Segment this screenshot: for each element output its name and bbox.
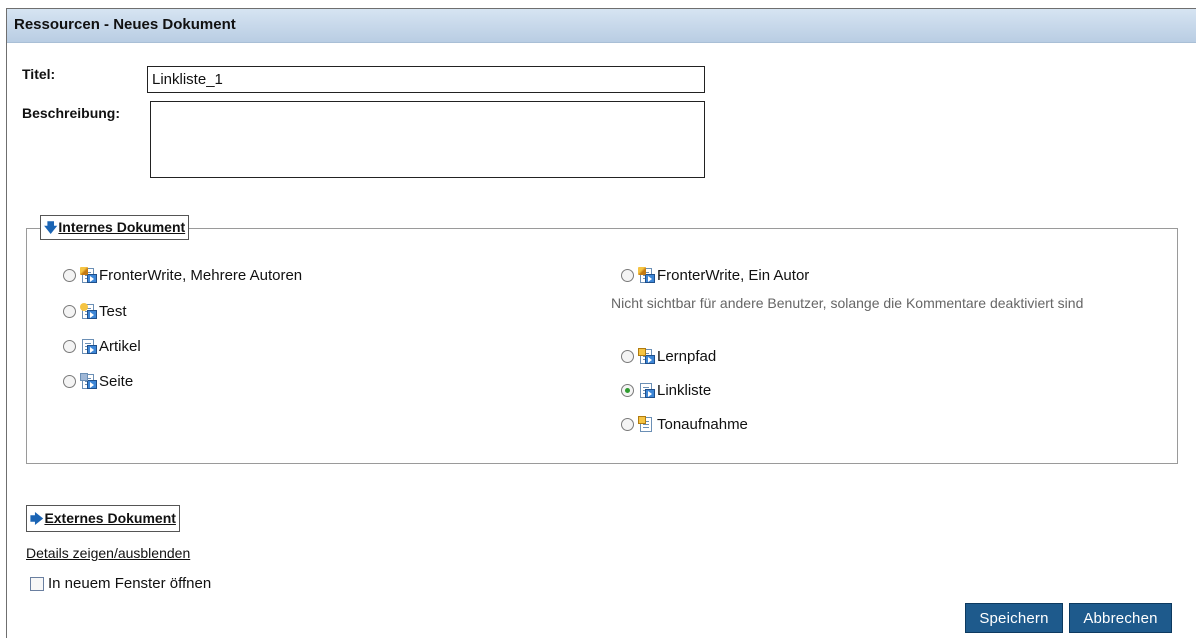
audio-recording-icon	[638, 416, 655, 433]
arrow-down-icon: 🡇	[44, 220, 58, 235]
radio-fronterwrite-multi[interactable]	[63, 269, 76, 282]
new-window-label: In neuem Fenster öffnen	[48, 575, 212, 592]
internal-document-toggle[interactable]: 🡇Internes Dokument	[40, 215, 190, 240]
option-label: Seite	[99, 373, 134, 390]
description-field[interactable]	[150, 101, 705, 178]
option-fronterwrite-multi[interactable]: FronterWrite, Mehrere Autoren	[63, 267, 302, 284]
learning-path-icon	[638, 348, 655, 365]
option-label: Linkliste	[657, 382, 712, 399]
radio-fronterwrite-single[interactable]	[621, 269, 634, 282]
visibility-note: Nicht sichtbar für andere Benutzer, sola…	[611, 295, 1084, 311]
article-icon	[80, 338, 97, 355]
radio-seite[interactable]	[63, 375, 76, 388]
option-label: FronterWrite, Mehrere Autoren	[99, 267, 303, 284]
description-textarea[interactable]	[151, 102, 704, 177]
dialog-title: Ressourcen - Neues Dokument	[14, 16, 236, 33]
description-label: Beschreibung:	[22, 105, 121, 121]
option-test[interactable]: Test	[63, 303, 127, 320]
page-icon	[80, 373, 97, 390]
option-label: Test	[99, 303, 127, 320]
details-toggle-link[interactable]: Details zeigen/ausblenden	[26, 545, 190, 561]
new-window-option[interactable]: In neuem Fenster öffnen	[30, 575, 211, 592]
option-label: FronterWrite, Ein Autor	[657, 267, 810, 284]
option-linkliste[interactable]: Linkliste	[621, 382, 711, 399]
arrow-right-icon: 🡆	[30, 511, 44, 526]
radio-linkliste-selected[interactable]	[621, 384, 634, 397]
option-tonaufnahme[interactable]: Tonaufnahme	[621, 416, 748, 433]
option-lernpfad[interactable]: Lernpfad	[621, 348, 716, 365]
save-button[interactable]: Speichern	[965, 603, 1063, 633]
fronterwrite-multi-icon	[80, 267, 97, 284]
external-document-toggle[interactable]: 🡆Externes Dokument	[26, 505, 180, 532]
internal-document-fieldset	[26, 228, 1178, 464]
radio-lernpfad[interactable]	[621, 350, 634, 363]
title-input[interactable]	[148, 67, 704, 92]
radio-tonaufnahme[interactable]	[621, 418, 634, 431]
radio-test[interactable]	[63, 305, 76, 318]
link-list-icon	[638, 382, 655, 399]
external-document-legend: Externes Dokument	[44, 510, 176, 526]
option-fronterwrite-single[interactable]: FronterWrite, Ein Autor	[621, 267, 809, 284]
new-window-checkbox[interactable]	[30, 576, 44, 591]
internal-document-legend: Internes Dokument	[58, 219, 186, 235]
dialog-header: Ressourcen - Neues Dokument	[7, 9, 1196, 43]
option-artikel[interactable]: Artikel	[63, 338, 141, 355]
option-seite[interactable]: Seite	[63, 373, 133, 390]
title-field[interactable]	[147, 66, 705, 93]
test-icon	[80, 303, 97, 320]
cancel-button[interactable]: Abbrechen	[1069, 603, 1172, 633]
option-label: Lernpfad	[657, 348, 717, 365]
option-label: Tonaufnahme	[657, 416, 748, 433]
title-label: Titel:	[22, 66, 56, 82]
option-label: Artikel	[99, 338, 141, 355]
fronterwrite-single-icon	[638, 267, 655, 284]
radio-artikel[interactable]	[63, 340, 76, 353]
